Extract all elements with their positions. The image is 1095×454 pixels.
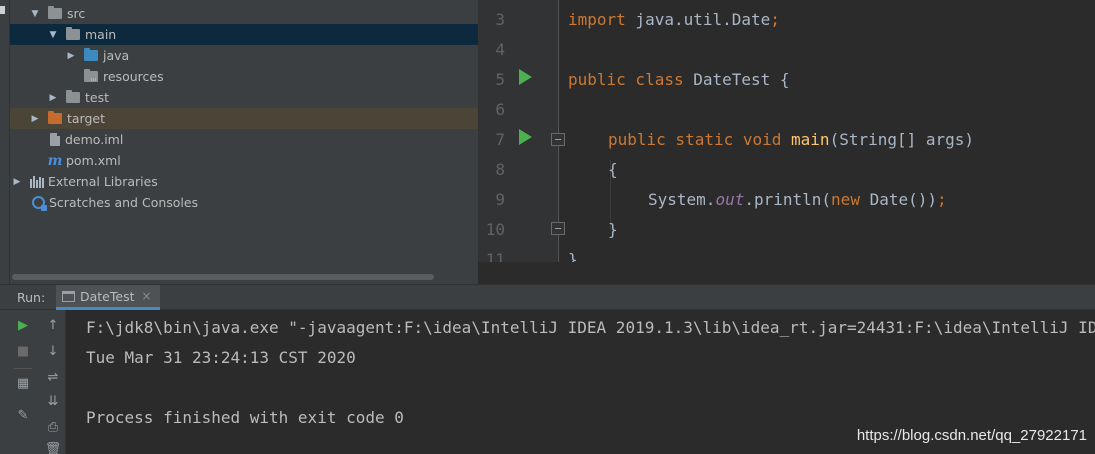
keyword: new — [831, 190, 860, 209]
code-text: java.util.Date — [625, 10, 771, 29]
ide-window: ▼ src ▼ main ▶ java resources ▶ test ▶ t… — [0, 0, 1095, 454]
tree-node-scratches[interactable]: Scratches and Consoles — [10, 192, 478, 213]
source-folder-icon — [84, 48, 98, 61]
tree-node-label: Scratches and Consoles — [49, 195, 199, 210]
tree-node-target[interactable]: ▶ target — [10, 108, 478, 129]
tool-window-strip — [0, 0, 10, 284]
folder-icon — [66, 90, 80, 103]
code-line-11: } — [568, 250, 578, 262]
tree-node-label: main — [85, 27, 117, 42]
resources-folder-icon — [84, 69, 98, 82]
code-text: DateTest { — [683, 70, 790, 89]
up-arrow-icon[interactable]: ↑ — [44, 316, 62, 334]
line-number: 11 — [485, 250, 505, 262]
layout-icon[interactable]: ▦ — [14, 374, 32, 392]
run-class-icon[interactable] — [519, 69, 532, 85]
watermark: https://blog.csdn.net/qq_27922171 — [856, 427, 1087, 444]
console-line: Tue Mar 31 23:24:13 CST 2020 — [86, 348, 356, 367]
fold-collapse-icon[interactable] — [551, 222, 565, 235]
soft-wrap-icon[interactable]: ⇌ — [44, 368, 62, 386]
trash-icon[interactable]: 🗑 — [44, 440, 62, 454]
project-tool-window: ▼ src ▼ main ▶ java resources ▶ test ▶ t… — [0, 0, 478, 284]
run-label: Run: — [17, 290, 46, 305]
tree-node-resources[interactable]: resources — [10, 66, 478, 87]
toolbar-separator — [14, 368, 32, 369]
code-line-8: { — [608, 160, 618, 179]
tree-node-demo-iml[interactable]: demo.iml — [10, 129, 478, 150]
expanded-arrow-icon[interactable]: ▼ — [48, 30, 58, 40]
code-line-10: } — [608, 220, 618, 239]
rerun-icon[interactable]: ▶ — [14, 316, 32, 334]
code-text: .println( — [744, 190, 832, 209]
collapsed-arrow-icon[interactable]: ▶ — [12, 177, 22, 187]
maven-icon: m — [47, 152, 63, 169]
code-line-3: import java.util.Date; — [568, 10, 780, 29]
iml-file-icon — [50, 133, 60, 146]
collapsed-arrow-icon[interactable]: ▶ — [30, 114, 40, 124]
run-main-icon[interactable] — [519, 129, 532, 145]
code-text: System. — [648, 190, 716, 209]
semicolon: ; — [770, 10, 780, 29]
editor-gutter: 3 4 5 6 7 8 9 10 11 — [479, 0, 559, 262]
excluded-folder-icon — [48, 111, 62, 124]
code-line-5: public class DateTest { — [568, 70, 790, 89]
keyword: import — [568, 10, 626, 29]
tree-node-label: External Libraries — [48, 174, 158, 189]
line-number: 4 — [495, 40, 505, 59]
console-line: Process finished with exit code 0 — [86, 408, 404, 427]
line-number: 9 — [495, 190, 505, 209]
scratches-icon — [32, 196, 47, 211]
folder-icon — [66, 27, 80, 40]
console-icon — [62, 290, 75, 302]
tree-node-label: test — [85, 90, 110, 105]
tree-node-java[interactable]: ▶ java — [10, 45, 478, 66]
tab-label: DateTest — [80, 288, 135, 304]
code-line-9: System.out.println(new Date()); — [648, 190, 947, 209]
code-text: Date()) — [859, 190, 938, 209]
line-number: 8 — [495, 160, 505, 179]
tree-node-label: java — [103, 48, 130, 63]
tree-node-external-libraries[interactable]: ▶ External Libraries — [10, 171, 478, 192]
line-number: 5 — [495, 70, 505, 89]
method-name: main — [791, 130, 830, 149]
collapsed-arrow-icon[interactable]: ▶ — [48, 93, 58, 103]
tree-node-src[interactable]: ▼ src — [10, 3, 478, 24]
tree-node-label: demo.iml — [65, 132, 124, 147]
keyword: public static void — [608, 130, 782, 149]
tree-node-pom-xml[interactable]: m pom.xml — [10, 150, 478, 171]
folder-icon — [48, 6, 62, 19]
horizontal-scrollbar[interactable] — [12, 274, 434, 280]
tree-node-test[interactable]: ▶ test — [10, 87, 478, 108]
close-icon[interactable]: × — [142, 289, 152, 303]
run-toolbar: ▶ ↑ ■ ↓ ▦ ⇌ ⇊ ✎ ⎙ 🗑 — [0, 310, 66, 454]
line-number: 7 — [495, 130, 505, 149]
scroll-to-end-icon[interactable]: ⇊ — [44, 392, 62, 410]
line-number: 3 — [495, 10, 505, 29]
tool-strip-marker — [0, 6, 5, 14]
code-editor[interactable]: 3 4 5 6 7 8 9 10 11 import java.util.Dat… — [478, 0, 1095, 262]
pin-icon[interactable]: ✎ — [14, 406, 32, 424]
semicolon: ; — [937, 190, 947, 209]
fold-collapse-icon[interactable] — [551, 133, 565, 146]
expanded-arrow-icon[interactable]: ▼ — [30, 9, 40, 19]
line-number: 6 — [495, 100, 505, 119]
line-number: 10 — [485, 220, 505, 239]
print-icon[interactable]: ⎙ — [44, 418, 62, 436]
down-arrow-icon[interactable]: ↓ — [44, 342, 62, 360]
libraries-icon — [30, 175, 44, 188]
tree-node-main[interactable]: ▼ main — [10, 24, 478, 45]
run-tool-window-header: Run: DateTest × — [0, 284, 1095, 310]
tree-node-label: src — [67, 6, 86, 21]
tree-node-label: resources — [103, 69, 164, 84]
collapsed-arrow-icon[interactable]: ▶ — [66, 51, 76, 61]
stop-icon[interactable]: ■ — [14, 342, 32, 360]
tree-node-label: pom.xml — [66, 153, 121, 168]
console-line: F:\jdk8\bin\java.exe "-javaagent:F:\idea… — [86, 318, 1095, 337]
tab-datetest[interactable]: DateTest × — [56, 285, 160, 310]
static-field: out — [715, 190, 745, 209]
code-text: (String[] args) — [829, 130, 975, 149]
code-line-7: public static void main(String[] args) — [608, 130, 974, 149]
tree-node-label: target — [67, 111, 106, 126]
keyword: public class — [568, 70, 684, 89]
